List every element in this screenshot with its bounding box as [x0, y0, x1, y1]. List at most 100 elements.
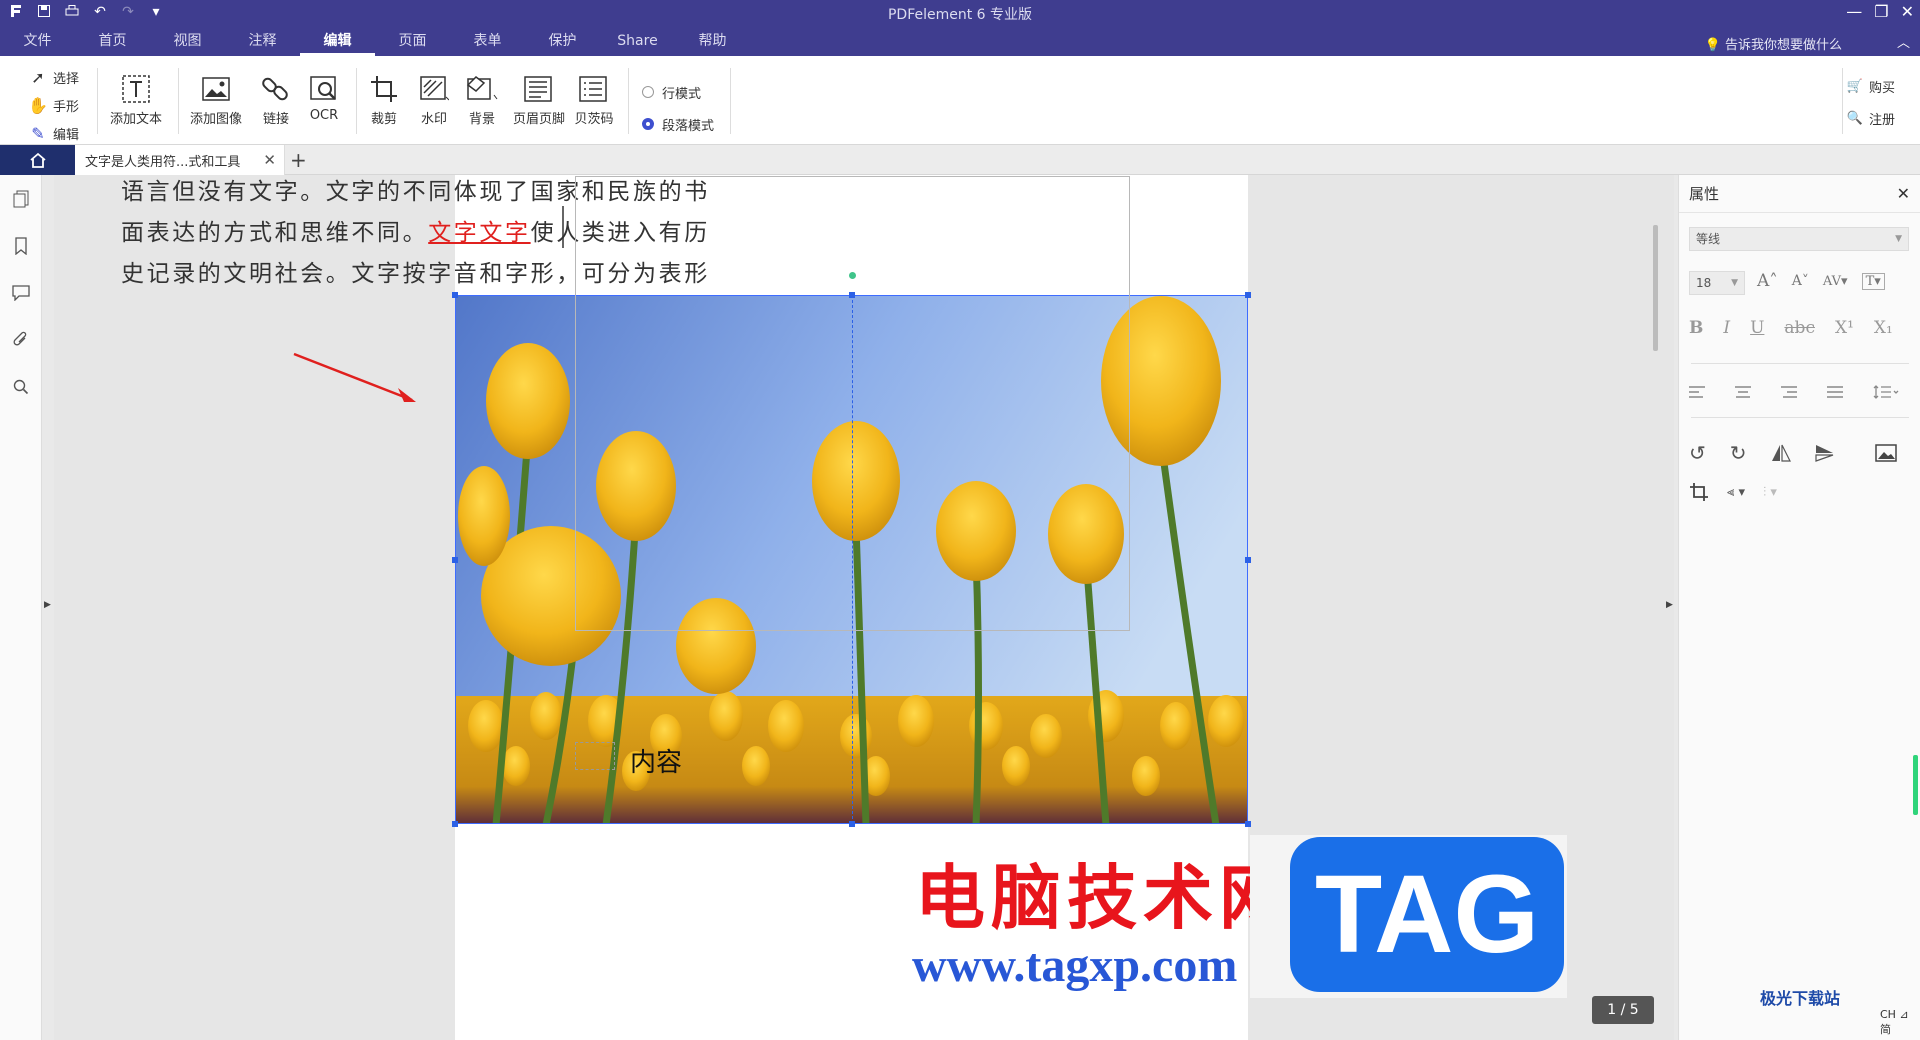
- page-indicator[interactable]: 1 / 5: [1592, 996, 1654, 1024]
- watermark-button[interactable]: 水印: [412, 70, 456, 127]
- shrink-font-icon[interactable]: A˅: [1792, 273, 1809, 289]
- menu-comment[interactable]: 注释: [225, 30, 300, 56]
- italic-button[interactable]: I: [1723, 318, 1730, 338]
- tell-me-search[interactable]: 💡 告诉我你想要做什么: [1705, 34, 1842, 53]
- ribbon: ➚ 选择 ✋ 手形 ✎ 编辑 添加文本 添加图像 链接 OCR 裁剪 水印 背景 页眉…: [0, 56, 1920, 145]
- ocr-label: OCR: [309, 108, 339, 123]
- document-tab[interactable]: 文字是人类用符...式和工具 ✕: [75, 145, 285, 175]
- brand-watermark: 极光下载站: [1760, 989, 1841, 1008]
- crop-image-icon[interactable]: [1689, 482, 1709, 502]
- search-icon[interactable]: [0, 363, 41, 410]
- line-spacing-icon[interactable]: [1873, 385, 1899, 399]
- grow-font-icon[interactable]: A˄: [1757, 271, 1778, 291]
- line-mode-radio[interactable]: 行模式: [642, 76, 714, 108]
- hand-mode-button[interactable]: ✋ 手形: [28, 91, 79, 119]
- close-tab-icon[interactable]: ✕: [263, 151, 276, 169]
- cursor-icon: ➚: [31, 67, 45, 87]
- resize-handle[interactable]: [1245, 292, 1251, 298]
- bates-button[interactable]: 贝茨码: [572, 70, 616, 127]
- attachment-icon[interactable]: [0, 316, 41, 363]
- close-icon[interactable]: ✕: [1901, 2, 1914, 21]
- text-color-icon[interactable]: T▾: [1861, 272, 1885, 290]
- watermark-label: 水印: [420, 112, 447, 127]
- red-arrow-icon: [293, 352, 416, 402]
- justify-icon[interactable]: [1827, 386, 1843, 398]
- align-left-icon[interactable]: [1689, 386, 1705, 398]
- resize-handle[interactable]: [1245, 821, 1251, 827]
- menu-view[interactable]: 视图: [150, 30, 225, 56]
- resize-handle[interactable]: [849, 292, 855, 298]
- minimize-icon[interactable]: —: [1846, 2, 1862, 21]
- add-text-button[interactable]: 添加文本: [108, 70, 164, 127]
- underline-button[interactable]: U: [1750, 318, 1764, 338]
- watermark-icon: [412, 70, 456, 108]
- rotate-right-icon[interactable]: ↻: [1730, 441, 1747, 465]
- crop-button[interactable]: 裁剪: [364, 70, 404, 127]
- superscript-button[interactable]: X¹: [1835, 318, 1854, 338]
- menu-edit[interactable]: 编辑: [300, 30, 375, 56]
- replace-image-icon[interactable]: [1874, 444, 1897, 462]
- rotate-handle[interactable]: [849, 272, 856, 279]
- align-center-icon[interactable]: [1735, 386, 1751, 398]
- vertical-scrollbar[interactable]: [1653, 225, 1658, 351]
- image-icon: [188, 70, 244, 108]
- resize-handle[interactable]: [452, 821, 458, 827]
- resize-handle[interactable]: [452, 557, 458, 563]
- rotate-left-icon[interactable]: ↺: [1689, 441, 1706, 465]
- select-mode-button[interactable]: ➚ 选择: [28, 63, 79, 91]
- buy-button[interactable]: 🛒 购买: [1847, 70, 1895, 102]
- ime-indicator: CH ⊿ 简: [1880, 1008, 1909, 1036]
- buy-label: 购买: [1868, 80, 1895, 96]
- distribute-objects-icon[interactable]: ⫶ ▾: [1763, 485, 1777, 500]
- comment-icon[interactable]: [0, 269, 41, 316]
- char-spacing-icon[interactable]: AV▾: [1823, 274, 1848, 289]
- document-tab-title: 文字是人类用符...式和工具: [85, 154, 241, 170]
- ocr-button[interactable]: OCR: [304, 70, 344, 123]
- close-panel-icon[interactable]: ✕: [1897, 184, 1910, 203]
- menu-form[interactable]: 表单: [450, 30, 525, 56]
- flip-horizontal-icon[interactable]: [1771, 444, 1791, 462]
- home-icon: [29, 152, 46, 168]
- resize-handle[interactable]: [849, 821, 855, 827]
- resize-handle[interactable]: [1245, 557, 1251, 563]
- link-button[interactable]: 链接: [256, 70, 296, 127]
- edit-mode-label: 编辑: [53, 127, 80, 143]
- align-objects-icon[interactable]: ⫷ ▾: [1727, 485, 1745, 500]
- maximize-icon[interactable]: ❐: [1874, 2, 1888, 21]
- tag-logo-text: TAG: [1290, 837, 1564, 992]
- add-tab-icon[interactable]: +: [290, 148, 307, 172]
- menu-help[interactable]: 帮助: [675, 30, 750, 56]
- tell-me-label: 告诉我你想要做什么: [1724, 38, 1842, 53]
- background-icon: [460, 70, 504, 108]
- image-text-label[interactable]: 内容: [630, 742, 682, 779]
- header-footer-button[interactable]: 页眉页脚: [512, 70, 566, 127]
- register-button[interactable]: 🔍 注册: [1847, 102, 1895, 134]
- menu-page[interactable]: 页面: [375, 30, 450, 56]
- document-tab-bar: 文字是人类用符...式和工具 ✕ +: [0, 145, 1920, 175]
- bookmark-icon[interactable]: [0, 222, 41, 269]
- font-size-select[interactable]: 18 ▼: [1689, 271, 1745, 295]
- menu-file[interactable]: 文件: [0, 30, 75, 56]
- edit-mode-button[interactable]: ✎ 编辑: [28, 119, 79, 147]
- align-right-icon[interactable]: [1781, 386, 1797, 398]
- bold-button[interactable]: B: [1689, 318, 1703, 338]
- menu-home[interactable]: 首页: [75, 30, 150, 56]
- collapse-ribbon-icon[interactable]: ︿: [1897, 32, 1910, 51]
- menu-share[interactable]: Share: [600, 30, 675, 56]
- add-image-button[interactable]: 添加图像: [188, 70, 244, 127]
- subscript-button[interactable]: X₁: [1874, 318, 1893, 338]
- strikethrough-button[interactable]: abc: [1784, 318, 1815, 338]
- expand-left-panel-icon[interactable]: ▶: [44, 600, 51, 610]
- bates-label: 贝茨码: [574, 112, 614, 127]
- expand-right-panel-icon[interactable]: ▶: [1666, 600, 1673, 610]
- home-tab[interactable]: [0, 145, 75, 175]
- background-button[interactable]: 背景: [460, 70, 504, 127]
- flip-vertical-icon[interactable]: [1814, 444, 1835, 462]
- font-family-select[interactable]: 等线 ▼: [1689, 227, 1909, 251]
- center-guide: [852, 295, 853, 824]
- menu-protect[interactable]: 保护: [525, 30, 600, 56]
- window-controls: — ❐ ✕: [1846, 2, 1914, 21]
- resize-handle[interactable]: [452, 292, 458, 298]
- thumbnails-icon[interactable]: [0, 175, 41, 222]
- paragraph-mode-radio[interactable]: 段落模式: [642, 108, 714, 140]
